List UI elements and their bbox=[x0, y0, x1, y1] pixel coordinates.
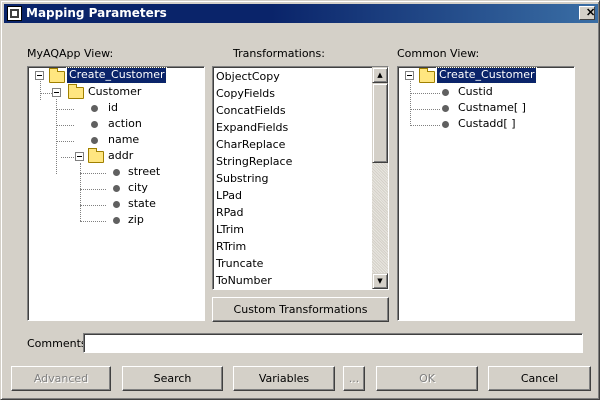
tree-node-create-customer[interactable]: Create_Customer bbox=[435, 67, 538, 84]
collapse-toggle[interactable] bbox=[52, 88, 61, 97]
ok-button[interactable]: OK bbox=[376, 366, 478, 391]
tree-node-addr[interactable]: addr bbox=[106, 149, 135, 164]
list-item-lpad[interactable]: LPad bbox=[214, 187, 371, 204]
tree-node-custname[interactable]: Custname[ ] bbox=[456, 101, 528, 116]
scroll-thumb[interactable] bbox=[372, 83, 388, 163]
tree-node-customer[interactable]: Customer bbox=[86, 85, 143, 100]
field-icon bbox=[113, 185, 120, 192]
list-item-tonumber[interactable]: ToNumber bbox=[214, 272, 371, 289]
search-button[interactable]: Search bbox=[122, 366, 223, 391]
collapse-toggle[interactable] bbox=[405, 71, 414, 80]
close-icon: ✕ bbox=[586, 7, 596, 19]
custom-transformations-button[interactable]: Custom Transformations bbox=[212, 297, 389, 322]
field-icon bbox=[91, 105, 98, 112]
folder-icon bbox=[88, 148, 104, 163]
list-item-rtrim[interactable]: RTrim bbox=[214, 238, 371, 255]
arrow-down-icon: ▼ bbox=[377, 277, 383, 285]
tree-node-street[interactable]: street bbox=[126, 165, 162, 180]
scroll-down-button[interactable]: ▼ bbox=[372, 273, 388, 289]
collapse-toggle[interactable] bbox=[35, 71, 44, 80]
tree-node-action[interactable]: action bbox=[106, 117, 144, 132]
field-icon bbox=[91, 137, 98, 144]
ellipsis-button[interactable]: ... bbox=[343, 366, 365, 391]
list-item-expandfields[interactable]: ExpandFields bbox=[214, 119, 371, 136]
field-icon bbox=[113, 169, 120, 176]
list-item-truncate[interactable]: Truncate bbox=[214, 255, 371, 272]
field-icon bbox=[442, 121, 449, 128]
myaqapp-view-label: MyAQApp View: bbox=[27, 47, 114, 60]
tree-node-city[interactable]: city bbox=[126, 181, 150, 196]
list-item-copyfields[interactable]: CopyFields bbox=[214, 85, 371, 102]
field-icon bbox=[442, 105, 449, 112]
list-item-concatfields[interactable]: ConcatFields bbox=[214, 102, 371, 119]
scroll-up-button[interactable]: ▲ bbox=[372, 67, 388, 83]
title-bar: Mapping Parameters ✕ bbox=[4, 4, 598, 23]
folder-icon bbox=[49, 68, 65, 83]
variables-button[interactable]: Variables bbox=[233, 366, 335, 391]
list-item-ltrim[interactable]: LTrim bbox=[214, 221, 371, 238]
vertical-scrollbar[interactable]: ▲ ▼ bbox=[372, 67, 388, 289]
folder-icon bbox=[68, 84, 84, 99]
app-icon bbox=[7, 6, 22, 21]
transformations-list[interactable]: ObjectCopy CopyFields ConcatFields Expan… bbox=[212, 66, 389, 290]
cancel-button[interactable]: Cancel bbox=[488, 366, 591, 391]
list-item-objectcopy[interactable]: ObjectCopy bbox=[214, 68, 371, 85]
collapse-toggle[interactable] bbox=[75, 152, 84, 161]
common-view-tree[interactable]: Create_Customer Custid Custname[ ] Custa… bbox=[397, 66, 575, 321]
myaqapp-view-tree[interactable]: Create_Customer Customer id action name … bbox=[27, 66, 205, 321]
tree-node-state[interactable]: state bbox=[126, 197, 158, 212]
field-icon bbox=[442, 89, 449, 96]
arrow-up-icon: ▲ bbox=[377, 71, 383, 79]
advanced-button[interactable]: Advanced bbox=[11, 366, 111, 391]
field-icon bbox=[113, 217, 120, 224]
common-view-label: Common View: bbox=[397, 47, 480, 60]
list-item-rpad[interactable]: RPad bbox=[214, 204, 371, 221]
folder-icon bbox=[419, 68, 435, 83]
field-icon bbox=[91, 121, 98, 128]
close-button[interactable]: ✕ bbox=[579, 6, 595, 20]
tree-node-custadd[interactable]: Custadd[ ] bbox=[456, 117, 517, 132]
tree-node-zip[interactable]: zip bbox=[126, 213, 146, 228]
tree-node-id[interactable]: id bbox=[106, 101, 120, 116]
window-title: Mapping Parameters bbox=[26, 6, 167, 20]
tree-node-custid[interactable]: Custid bbox=[456, 85, 495, 100]
field-icon bbox=[113, 201, 120, 208]
list-item-stringreplace[interactable]: StringReplace bbox=[214, 153, 371, 170]
list-item-substring[interactable]: Substring bbox=[214, 170, 371, 187]
tree-node-name[interactable]: name bbox=[106, 133, 141, 148]
comments-field[interactable] bbox=[83, 333, 583, 353]
tree-node-create-customer[interactable]: Create_Customer bbox=[65, 67, 168, 84]
transformations-label: Transformations: bbox=[233, 47, 325, 60]
list-item-charreplace[interactable]: CharReplace bbox=[214, 136, 371, 153]
mapping-parameters-dialog: Mapping Parameters ✕ MyAQApp View: Trans… bbox=[0, 0, 600, 400]
comments-label: Comments bbox=[27, 337, 87, 350]
